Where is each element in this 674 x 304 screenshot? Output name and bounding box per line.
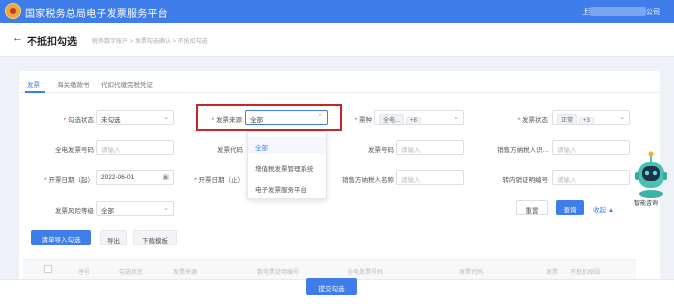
col-check-status: 勾选状态 bbox=[119, 270, 144, 276]
app-title: 国家税务总局电子发票服务平台 bbox=[25, 9, 168, 20]
chevron-down-icon: ⌄ bbox=[163, 114, 169, 121]
chevron-down-icon: ⌄ bbox=[453, 114, 459, 121]
seller-name-input[interactable]: 请输入 bbox=[396, 170, 464, 185]
full-number-input[interactable]: 请输入 bbox=[96, 140, 174, 155]
page-header: ← 不抵扣勾选 税务数字账户 > 发票勾选确认 > 不抵扣勾选 bbox=[0, 23, 674, 57]
date-to-label: * 开票日期（止） bbox=[194, 177, 244, 184]
back-arrow-icon[interactable]: ← bbox=[12, 32, 23, 44]
col-source: 发票来源 bbox=[173, 270, 198, 276]
gouxuan-status-label: * 勾选状态 bbox=[63, 117, 94, 124]
invoice-status-label: * 发票状态 bbox=[517, 117, 548, 124]
import-check-button[interactable]: 清单导入勾选 bbox=[31, 230, 91, 245]
submit-check-button[interactable]: 提交勾选 bbox=[306, 278, 357, 295]
dropdown-option-all[interactable]: 全部 bbox=[248, 137, 326, 154]
col-invoice: 发票 bbox=[546, 270, 559, 276]
dropdown-option-e-invoice-platform[interactable]: 电子发票服务平台 bbox=[248, 179, 326, 196]
select-all-checkbox[interactable] bbox=[44, 265, 52, 273]
tab-bar: 发票 海关缴款书 代扣代缴完税凭证 bbox=[19, 71, 660, 93]
tax-logo-icon bbox=[5, 3, 21, 19]
invoice-number-input[interactable]: 请输入 bbox=[396, 140, 464, 155]
invoice-number-label: 发票号码 bbox=[368, 147, 394, 154]
invoice-code-label: 发票代码 bbox=[217, 147, 243, 154]
invoice-type-label: * 票种 bbox=[354, 117, 372, 124]
dropdown-option-vat-system[interactable]: 增值税发票管理系统 bbox=[248, 158, 326, 175]
robot-assistant-icon[interactable] bbox=[633, 150, 669, 200]
breadcrumb: 税务数字账户 > 发票勾选确认 > 不抵扣勾选 bbox=[92, 39, 208, 45]
seller-name-label: 销售方纳税人名称 bbox=[342, 177, 394, 184]
tab-invoice[interactable]: 发票 bbox=[27, 79, 40, 89]
fuel-code-label: 转内销证明编号 bbox=[502, 177, 549, 184]
source-dropdown-menu: 全部 增值税发票管理系统 电子发票服务平台 bbox=[247, 131, 327, 199]
date-from-picker[interactable]: 2022-06-01 ▣ bbox=[96, 170, 174, 185]
invoice-status-select[interactable]: 正常 +3 ⌄ bbox=[552, 110, 630, 125]
top-bar: 国家税务总局电子发票服务平台 ⚇ 上海 公司 bbox=[0, 0, 674, 23]
full-number-label: 全电发票号码 bbox=[55, 147, 94, 154]
download-template-button[interactable]: 下载模板 bbox=[133, 230, 177, 245]
seller-taxid-input[interactable]: 请输入 bbox=[552, 140, 630, 155]
col-full-number: 全电发票号码 bbox=[347, 270, 384, 276]
active-tab-indicator bbox=[25, 91, 45, 93]
collapse-link[interactable]: 收起 ▲ bbox=[593, 204, 614, 214]
reset-button[interactable]: 重置 bbox=[516, 200, 548, 215]
col-invoice-code: 发票代码 bbox=[459, 270, 484, 276]
col-cert-number: 数电票证明编号 bbox=[257, 270, 300, 276]
date-from-label: * 开票日期（起） bbox=[44, 177, 94, 184]
query-button[interactable]: 查询 bbox=[556, 200, 584, 215]
tab-customs-payment[interactable]: 海关缴款书 bbox=[57, 79, 90, 89]
redacted-company-name bbox=[590, 7, 646, 16]
risk-level-label: 发票风险等级 bbox=[55, 208, 94, 215]
fuel-code-input[interactable]: 请输入 bbox=[552, 170, 630, 185]
export-button[interactable]: 导出 bbox=[100, 230, 127, 245]
col-non-deduct-reason: 不抵扣原因 bbox=[570, 270, 601, 276]
col-index: 序号 bbox=[78, 270, 91, 276]
chevron-down-icon: ⌄ bbox=[619, 114, 625, 121]
assistant-label[interactable]: 智能咨询 bbox=[634, 198, 658, 207]
risk-level-select[interactable]: 全部 ⌄ bbox=[96, 201, 174, 216]
gouxuan-status-select[interactable]: 未勾选 ⌄ bbox=[96, 110, 174, 125]
seller-taxid-label: 销售方纳税人识... bbox=[497, 147, 548, 154]
chevron-down-icon: ⌄ bbox=[163, 205, 169, 212]
page-title: 不抵扣勾选 bbox=[27, 37, 77, 48]
invoice-type-select[interactable]: 全电... +8 ⌄ bbox=[374, 110, 464, 125]
tab-withholding-certificate[interactable]: 代扣代缴完税凭证 bbox=[101, 79, 153, 89]
source-field-highlight-box bbox=[196, 104, 342, 131]
calendar-icon: ▣ bbox=[162, 174, 169, 181]
